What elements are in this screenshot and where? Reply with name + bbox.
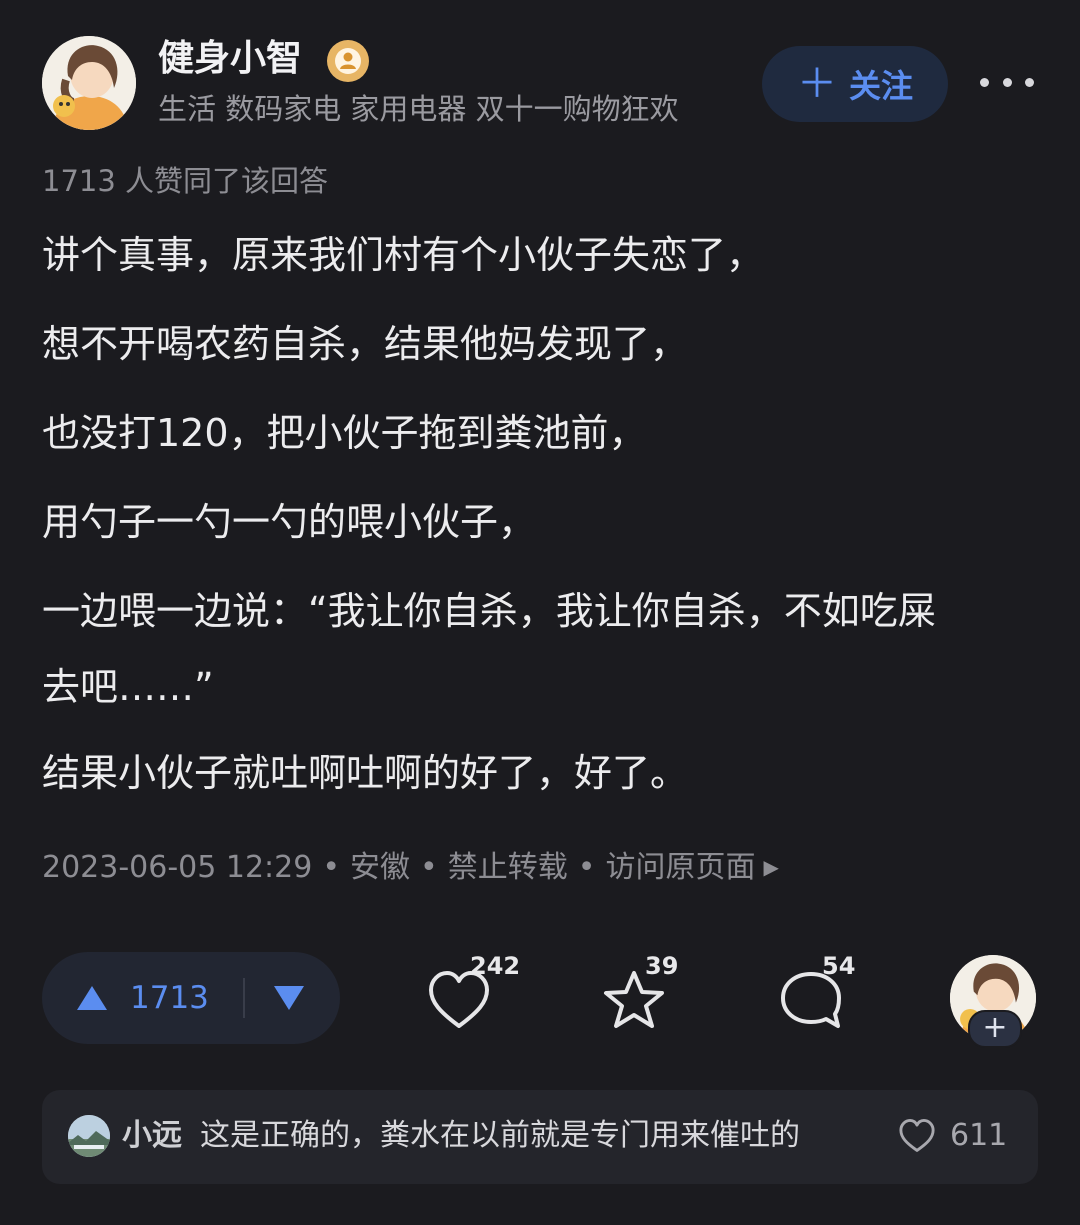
play-triangle-icon: ▶ <box>763 855 779 879</box>
author-name[interactable]: 健身小智 <box>158 36 302 82</box>
copyright-notice: 禁止转载 <box>447 850 568 885</box>
add-plus-icon[interactable]: + <box>968 1010 1022 1048</box>
vote-pill: 1713 <box>42 952 340 1044</box>
visit-original-link[interactable]: 访问原页面 ▶ <box>605 850 778 885</box>
answer-line: 一边喂一边说：“我让你自杀，我让你自杀，不如吃屎 <box>42 589 936 633</box>
like-button[interactable]: 242 <box>426 952 520 1038</box>
follow-button[interactable]: ＋ 关注 <box>762 46 948 122</box>
answer-content: 讲个真事，原来我们村有个小伙子失恋了， 想不开喝农药自杀，结果他妈发现了， 也没… <box>42 232 1042 839</box>
badge-person-glyph-icon <box>335 48 361 74</box>
follow-label: 关注 <box>848 67 913 105</box>
answer-date: 2023-06-05 12:29 <box>42 850 313 885</box>
meta-separator: • <box>577 850 596 885</box>
answer-paragraph: 一边喂一边说：“我让你自杀，我让你自杀，不如吃屎 去吧……” <box>42 588 1042 710</box>
cartoon-girl-avatar-icon <box>42 36 136 130</box>
answer-paragraph: 也没打120，把小伙子拖到粪池前， <box>42 411 647 455</box>
commenter-name[interactable]: 小远 <box>122 1116 182 1156</box>
commenter-avatar[interactable] <box>68 1115 110 1157</box>
meta-separator: • <box>322 850 341 885</box>
answer-paragraph: 讲个真事，原来我们村有个小伙子失恋了， <box>42 233 765 277</box>
answer-meta: 2023-06-05 12:29 • 安徽 • 禁止转载 • 访问原页面 ▶ <box>42 846 779 889</box>
agree-count-text: 1713 人赞同了该回答 <box>42 164 329 198</box>
triangle-up-icon <box>77 986 107 1010</box>
comment-like-button[interactable]: 611 <box>898 1116 1007 1156</box>
vote-divider <box>242 978 245 1018</box>
comment-like-count: 611 <box>950 1118 1008 1153</box>
answer-paragraph: 用勺子一勺一勺的喂小伙子， <box>42 500 537 544</box>
comment-text: 这是正确的，粪水在以前就是专门用来催吐的 <box>200 1118 800 1153</box>
author-tags: 生活 数码家电 家用电器 双十一购物狂欢 <box>158 92 679 126</box>
upvote-count: 1713 <box>130 980 209 1016</box>
top-comment[interactable]: 小远 这是正确的，粪水在以前就是专门用来催吐的 611 <box>42 1090 1038 1184</box>
dot-icon <box>1025 77 1034 87</box>
visit-original-label: 访问原页面 <box>605 850 756 885</box>
like-count: 242 <box>470 952 521 980</box>
answer-location: 安徽 <box>350 850 411 885</box>
favorite-button[interactable]: 39 <box>601 952 678 1038</box>
author-avatar[interactable] <box>42 36 136 130</box>
favorite-count: 39 <box>645 952 679 980</box>
upvote-button[interactable]: 1713 <box>76 980 209 1016</box>
plus-icon: ＋ <box>796 61 837 107</box>
comment-button[interactable]: 54 <box>778 952 855 1038</box>
person-badge-icon[interactable] <box>327 40 369 82</box>
dot-icon <box>1002 77 1012 87</box>
more-options-icon[interactable] <box>980 62 1034 102</box>
heart-icon <box>899 1119 935 1152</box>
triangle-down-icon <box>273 986 304 1010</box>
comment-count: 54 <box>822 952 856 980</box>
landscape-avatar-icon <box>68 1115 110 1157</box>
answer-paragraph: 想不开喝农药自杀，结果他妈发现了， <box>42 322 689 366</box>
meta-separator: • <box>420 850 438 885</box>
answer-page: 健身小智 生活 数码家电 家用电器 双十一购物狂欢 ＋ 关注 1713 人赞同了… <box>0 0 1080 1225</box>
dot-icon <box>980 77 989 87</box>
downvote-button[interactable] <box>273 985 305 1011</box>
answer-paragraph: 结果小伙子就吐啊吐啊的好了，好了。 <box>42 751 689 795</box>
answer-line: 去吧……” <box>42 665 214 709</box>
